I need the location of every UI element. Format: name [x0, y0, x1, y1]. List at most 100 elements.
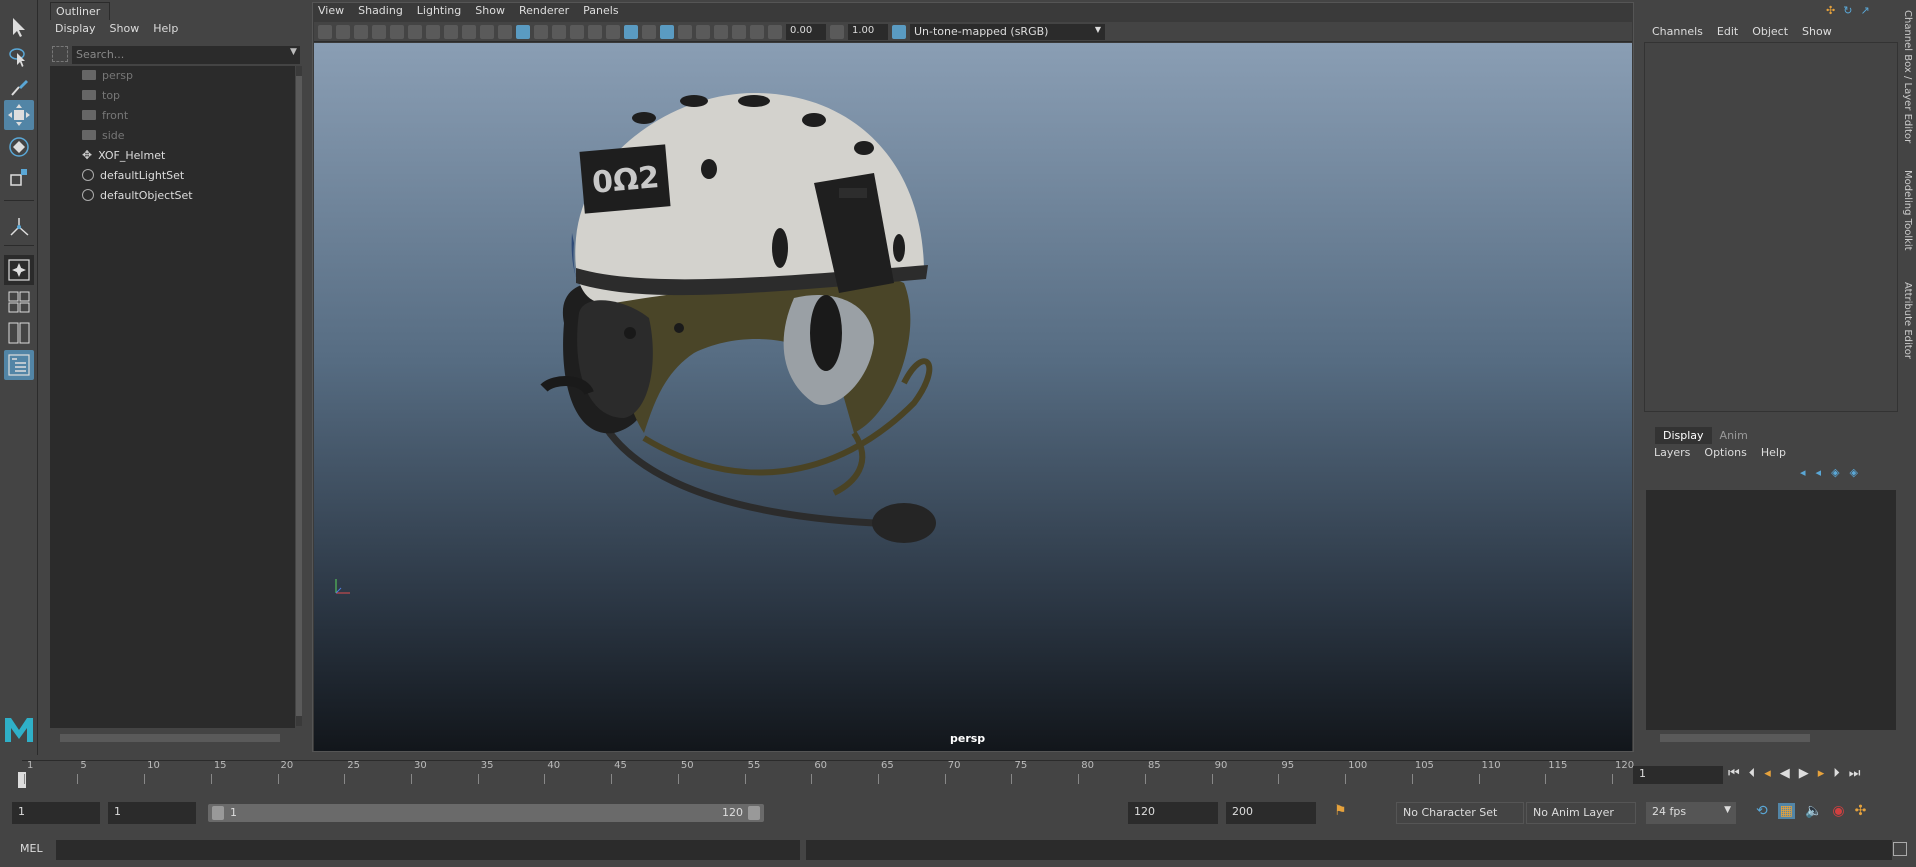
outliner-scrollbar-horizontal[interactable] [60, 734, 280, 742]
xray-icon[interactable] [714, 24, 728, 39]
wireframe-on-shaded-icon[interactable] [552, 24, 566, 39]
outliner-item-front[interactable]: front [82, 106, 128, 124]
anti-aliasing-icon[interactable] [660, 24, 674, 39]
bookmark-icon[interactable] [354, 24, 368, 39]
layer-menu-help[interactable]: Help [1761, 446, 1786, 459]
outliner-item-top[interactable]: top [82, 86, 120, 104]
playback-end-field[interactable]: 120 [1128, 802, 1218, 824]
play-forwards-icon[interactable]: ▶ [1799, 766, 1809, 781]
animation-end-field[interactable]: 200 [1226, 802, 1316, 824]
image-plane-icon[interactable] [372, 24, 386, 39]
exposure-icon[interactable] [768, 24, 782, 39]
graph-icon[interactable]: ↗ [1860, 4, 1869, 17]
outliner-item-side[interactable]: side [82, 126, 125, 144]
grid-icon[interactable] [390, 24, 404, 39]
cache-playback-icon[interactable]: ▦ [1777, 803, 1795, 819]
xray-joints-icon[interactable] [732, 24, 746, 39]
textured-icon[interactable] [570, 24, 584, 39]
range-end-handle[interactable] [748, 806, 760, 820]
anim-layer-dropdown[interactable]: No Anim Layer [1526, 802, 1636, 824]
side-tab-attribute-editor[interactable]: Attribute Editor [1902, 282, 1913, 359]
smooth-shade-icon[interactable] [516, 24, 530, 39]
tab-anim[interactable]: Anim [1712, 427, 1756, 444]
gate-mask-icon[interactable] [444, 24, 458, 39]
step-back-frame-icon[interactable]: ◂ [1764, 766, 1771, 781]
camera-select-icon[interactable] [318, 24, 332, 39]
animation-start-field[interactable]: 1 [12, 802, 100, 824]
character-set-dropdown[interactable]: No Character Set [1396, 802, 1524, 824]
paint-tool-icon[interactable] [4, 72, 34, 102]
fps-dropdown[interactable]: 24 fps ▼ [1646, 802, 1736, 824]
layer-menu-options[interactable]: Options [1704, 446, 1746, 459]
channel-menu-channels[interactable]: Channels [1652, 25, 1703, 38]
outliner-item-xof-helmet[interactable]: ✥ XOF_Helmet [82, 146, 165, 164]
single-view-layout-icon[interactable] [4, 255, 34, 285]
select-tool-icon[interactable] [4, 12, 34, 42]
channel-menu-object[interactable]: Object [1752, 25, 1788, 38]
tab-outliner[interactable]: Outliner [50, 2, 110, 20]
record-icon[interactable]: ◉ [1832, 803, 1844, 819]
outliner-search-input[interactable]: Search... [72, 46, 300, 64]
universal-manipulator-icon[interactable] [4, 212, 34, 242]
film-gate-icon[interactable] [408, 24, 422, 39]
scale-tool-icon[interactable] [4, 162, 34, 192]
command-input[interactable] [56, 840, 800, 860]
outliner-menu-display[interactable]: Display [55, 22, 96, 35]
command-language-label[interactable]: MEL [20, 842, 43, 855]
sound-icon[interactable]: 🔈 [1805, 803, 1822, 819]
viewport-menu-show[interactable]: Show [475, 4, 505, 22]
play-backwards-icon[interactable]: ◀ [1780, 766, 1790, 781]
wireframe-icon[interactable] [498, 24, 512, 39]
outliner-item-default-object-set[interactable]: defaultObjectSet [82, 186, 193, 204]
camera-attributes-icon[interactable] [336, 24, 350, 39]
move-tool-icon[interactable] [4, 100, 34, 130]
color-management-icon[interactable] [892, 24, 906, 39]
loop-icon[interactable]: ⟲ [1756, 803, 1768, 819]
screen-space-ao-icon[interactable] [624, 24, 638, 39]
shadows-icon[interactable] [606, 24, 620, 39]
step-forward-key-icon[interactable]: ⏵ [1833, 766, 1840, 781]
refresh-icon[interactable]: ↻ [1843, 4, 1852, 17]
current-frame-field[interactable]: 1 [1633, 766, 1723, 784]
viewport-menu-shading[interactable]: Shading [358, 4, 403, 22]
viewport-menu-renderer[interactable]: Renderer [519, 4, 569, 22]
viewport-canvas[interactable]: 0Ω2 [314, 43, 1632, 751]
motion-blur-icon[interactable] [642, 24, 656, 39]
tab-display[interactable]: Display [1655, 427, 1712, 444]
layer-menu-layers[interactable]: Layers [1654, 446, 1690, 459]
step-forward-frame-icon[interactable]: ▸ [1818, 766, 1825, 781]
lasso-tool-icon[interactable] [4, 42, 34, 72]
new-layer-selected-icon[interactable]: ◈ [1850, 466, 1858, 479]
tone-map-dropdown[interactable]: Un-tone-mapped (sRGB) ▼ [910, 23, 1105, 40]
step-back-key-icon[interactable]: ⏴ [1749, 766, 1756, 781]
range-start-handle[interactable] [212, 806, 224, 820]
outliner-layout-icon[interactable] [4, 350, 34, 380]
outliner-menu-help[interactable]: Help [153, 22, 178, 35]
viewport-menu-view[interactable]: View [318, 4, 344, 22]
character-icon[interactable]: ✣ [1855, 803, 1867, 819]
move-layer-up-icon[interactable]: ◂ [1800, 466, 1806, 479]
gamma-field[interactable]: 1.00 [848, 23, 888, 40]
gamma-icon[interactable] [830, 24, 844, 39]
range-slider[interactable]: 1 120 [208, 804, 764, 822]
outliner-filter-icon[interactable] [52, 46, 68, 62]
channel-menu-edit[interactable]: Edit [1717, 25, 1738, 38]
viewport-menu-panels[interactable]: Panels [583, 4, 618, 22]
outliner-scrollbar-vertical[interactable] [296, 66, 302, 726]
use-all-lights-icon[interactable] [588, 24, 602, 39]
rotate-tool-icon[interactable] [4, 132, 34, 162]
search-dropdown-icon[interactable]: ▼ [290, 47, 297, 57]
channel-menu-show[interactable]: Show [1802, 25, 1832, 38]
pivot-icon[interactable]: ✣ [1826, 4, 1835, 17]
go-to-start-icon[interactable]: ⏮ [1728, 766, 1740, 781]
exposure-field[interactable]: 0.00 [786, 23, 826, 40]
viewport-menu-lighting[interactable]: Lighting [417, 4, 461, 22]
isolate-select-icon[interactable] [696, 24, 710, 39]
outliner-item-persp[interactable]: persp [82, 66, 133, 84]
side-tab-channel-box[interactable]: Channel Box / Layer Editor [1902, 10, 1913, 143]
field-chart-icon[interactable] [462, 24, 476, 39]
go-to-end-icon[interactable]: ⏭ [1849, 766, 1861, 781]
four-view-layout-icon[interactable] [4, 287, 34, 317]
safe-action-icon[interactable] [480, 24, 494, 39]
side-tab-modeling-toolkit[interactable]: Modeling Toolkit [1902, 170, 1913, 251]
